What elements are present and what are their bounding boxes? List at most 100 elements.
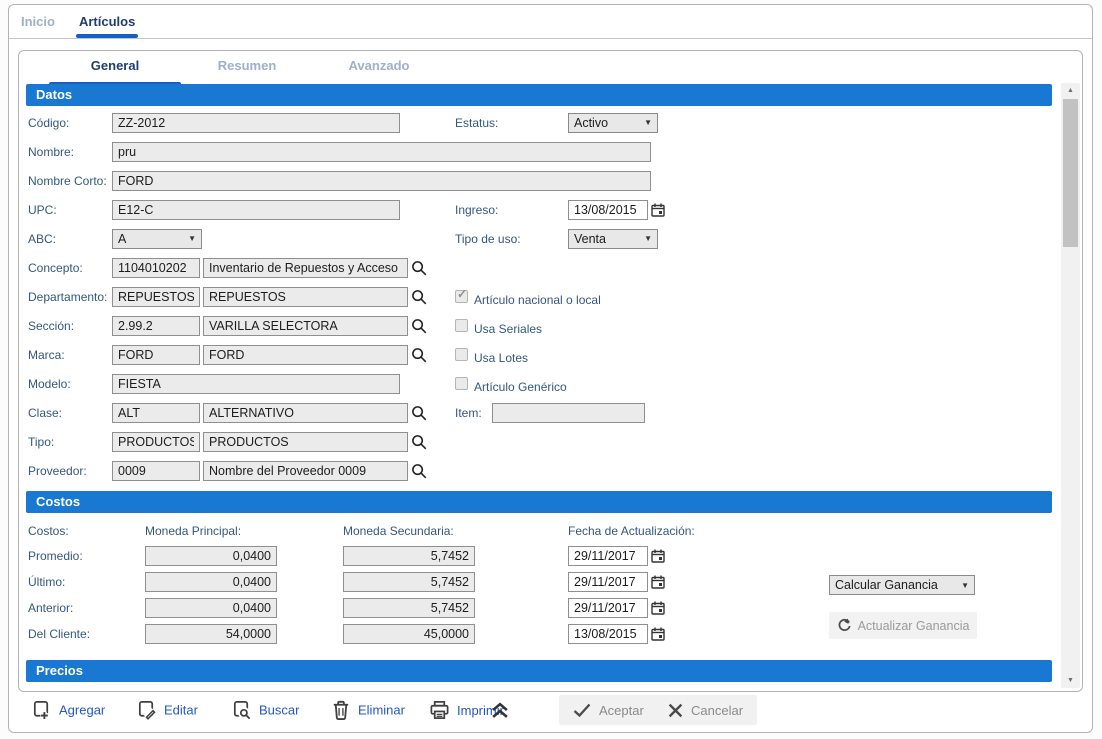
row-upc: UPC: Ingreso:	[19, 195, 1082, 224]
nombre-label: Nombre:	[28, 145, 112, 159]
tab-inicio[interactable]: Inicio	[21, 14, 55, 29]
clase-label: Clase:	[28, 406, 112, 420]
calendar-icon[interactable]	[651, 627, 665, 641]
cost-date-input[interactable]	[568, 546, 648, 566]
nombre-corto-input[interactable]	[112, 171, 651, 191]
codigo-input[interactable]	[112, 113, 400, 133]
nombre-corto-label: Nombre Corto:	[28, 174, 112, 188]
search-icon[interactable]	[411, 347, 427, 363]
checkbox-box[interactable]	[455, 319, 468, 332]
subtab-avanzado[interactable]: Avanzado	[313, 58, 445, 81]
search-icon[interactable]	[411, 260, 427, 276]
departamento-code-input[interactable]	[112, 287, 200, 307]
aceptar-button[interactable]: Aceptar	[559, 695, 658, 725]
tipo-code-input[interactable]	[112, 432, 200, 452]
subtab-general[interactable]: General	[49, 58, 181, 81]
tipo-name-input[interactable]	[203, 432, 408, 452]
scroll-up-icon[interactable]: ▲	[1061, 84, 1080, 97]
proveedor-code-input[interactable]	[112, 461, 200, 481]
row-marca: Marca: Usa Lotes	[19, 340, 1082, 369]
cost-principal-input[interactable]	[145, 598, 277, 618]
buscar-button[interactable]: Buscar	[231, 700, 299, 721]
modelo-input[interactable]	[112, 374, 400, 394]
proveedor-name-input[interactable]	[203, 461, 408, 481]
row-abc: ABC: A ▼ Tipo de uso: Venta ▼	[19, 224, 1082, 253]
actualizar-ganancia-label: Actualizar Ganancia	[858, 619, 970, 633]
cost-principal-input[interactable]	[145, 624, 277, 644]
row-tipo: Tipo:	[19, 427, 1082, 456]
edit-document-icon	[136, 700, 157, 721]
cost-date-input[interactable]	[568, 624, 648, 644]
section-header-datos: Datos	[26, 84, 1052, 106]
close-icon	[668, 703, 683, 718]
cost-principal-input[interactable]	[145, 572, 277, 592]
calendar-icon[interactable]	[651, 203, 665, 217]
calendar-icon[interactable]	[651, 601, 665, 615]
checkbox-articulo-generico[interactable]: Artículo Genérico	[455, 377, 567, 391]
search-icon[interactable]	[411, 434, 427, 450]
cost-secundaria-input[interactable]	[343, 572, 475, 592]
calcular-ganancia-select[interactable]: Calcular Ganancia ▼	[829, 575, 975, 595]
concepto-name-input[interactable]	[203, 258, 408, 278]
eliminar-button[interactable]: Eliminar	[331, 700, 405, 721]
cost-secundaria-input[interactable]	[343, 624, 475, 644]
row-nombre-corto: Nombre Corto:	[19, 166, 1082, 195]
search-icon[interactable]	[411, 405, 427, 421]
calendar-icon[interactable]	[651, 575, 665, 589]
abc-label: ABC:	[28, 232, 112, 246]
scrollbar-thumb[interactable]	[1063, 99, 1078, 247]
seccion-code-input[interactable]	[112, 316, 200, 336]
cost-principal-input[interactable]	[145, 546, 277, 566]
ingreso-label: Ingreso:	[455, 203, 498, 217]
cancelar-button[interactable]: Cancelar	[654, 695, 757, 725]
checkbox-box[interactable]: ✓	[455, 290, 468, 303]
ingreso-date-input[interactable]	[568, 200, 648, 220]
clase-name-input[interactable]	[203, 403, 408, 423]
tipo-uso-value: Venta	[574, 232, 606, 246]
item-label: Item:	[455, 406, 482, 420]
subtab-resumen[interactable]: Resumen	[181, 58, 313, 81]
checkbox-label: Usa Seriales	[474, 322, 542, 336]
calendar-icon[interactable]	[651, 549, 665, 563]
marca-name-input[interactable]	[203, 345, 408, 365]
scroll-down-icon[interactable]: ▼	[1061, 674, 1080, 687]
cost-date-input[interactable]	[568, 572, 648, 592]
agregar-button[interactable]: Agregar	[31, 700, 105, 721]
search-icon[interactable]	[411, 289, 427, 305]
departamento-name-input[interactable]	[203, 287, 408, 307]
upc-label: UPC:	[28, 203, 112, 217]
marca-code-input[interactable]	[112, 345, 200, 365]
cost-secundaria-input[interactable]	[343, 546, 475, 566]
concepto-code-input[interactable]	[112, 258, 200, 278]
eliminar-label: Eliminar	[358, 703, 405, 718]
cost-date-input[interactable]	[568, 598, 648, 618]
cost-secundaria-input[interactable]	[343, 598, 475, 618]
editar-button[interactable]: Editar	[136, 700, 198, 721]
clase-code-input[interactable]	[112, 403, 200, 423]
costos-col-principal: Moneda Principal:	[145, 524, 343, 538]
tab-articulos[interactable]: Artículos	[79, 14, 135, 29]
item-input[interactable]	[492, 403, 645, 423]
abc-select[interactable]: A ▼	[112, 229, 202, 249]
checkbox-usa-lotes[interactable]: Usa Lotes	[455, 348, 528, 362]
bottom-toolbar: Agregar Editar Buscar Eliminar Imprimir	[9, 688, 1092, 732]
cost-row-label: Promedio:	[28, 549, 145, 563]
search-icon[interactable]	[411, 463, 427, 479]
section-header-costos: Costos	[26, 491, 1052, 513]
tipo-uso-select[interactable]: Venta ▼	[568, 229, 658, 249]
dropdown-arrow-icon: ▼	[644, 234, 652, 243]
vertical-scrollbar[interactable]: ▲ ▼	[1061, 83, 1080, 688]
checkbox-articulo-nacional[interactable]: ✓ Artículo nacional o local	[455, 290, 601, 304]
search-icon[interactable]	[411, 318, 427, 334]
checkbox-usa-seriales[interactable]: Usa Seriales	[455, 319, 542, 333]
actualizar-ganancia-button[interactable]: Actualizar Ganancia	[829, 612, 977, 639]
nombre-input[interactable]	[112, 142, 651, 162]
cost-row-label: Anterior:	[28, 601, 145, 615]
collapse-toolbar-button[interactable]	[489, 701, 511, 720]
trash-icon	[331, 700, 351, 721]
checkbox-box[interactable]	[455, 377, 468, 390]
checkbox-box[interactable]	[455, 348, 468, 361]
estatus-select[interactable]: Activo ▼	[568, 113, 658, 133]
upc-input[interactable]	[112, 200, 400, 220]
seccion-name-input[interactable]	[203, 316, 408, 336]
